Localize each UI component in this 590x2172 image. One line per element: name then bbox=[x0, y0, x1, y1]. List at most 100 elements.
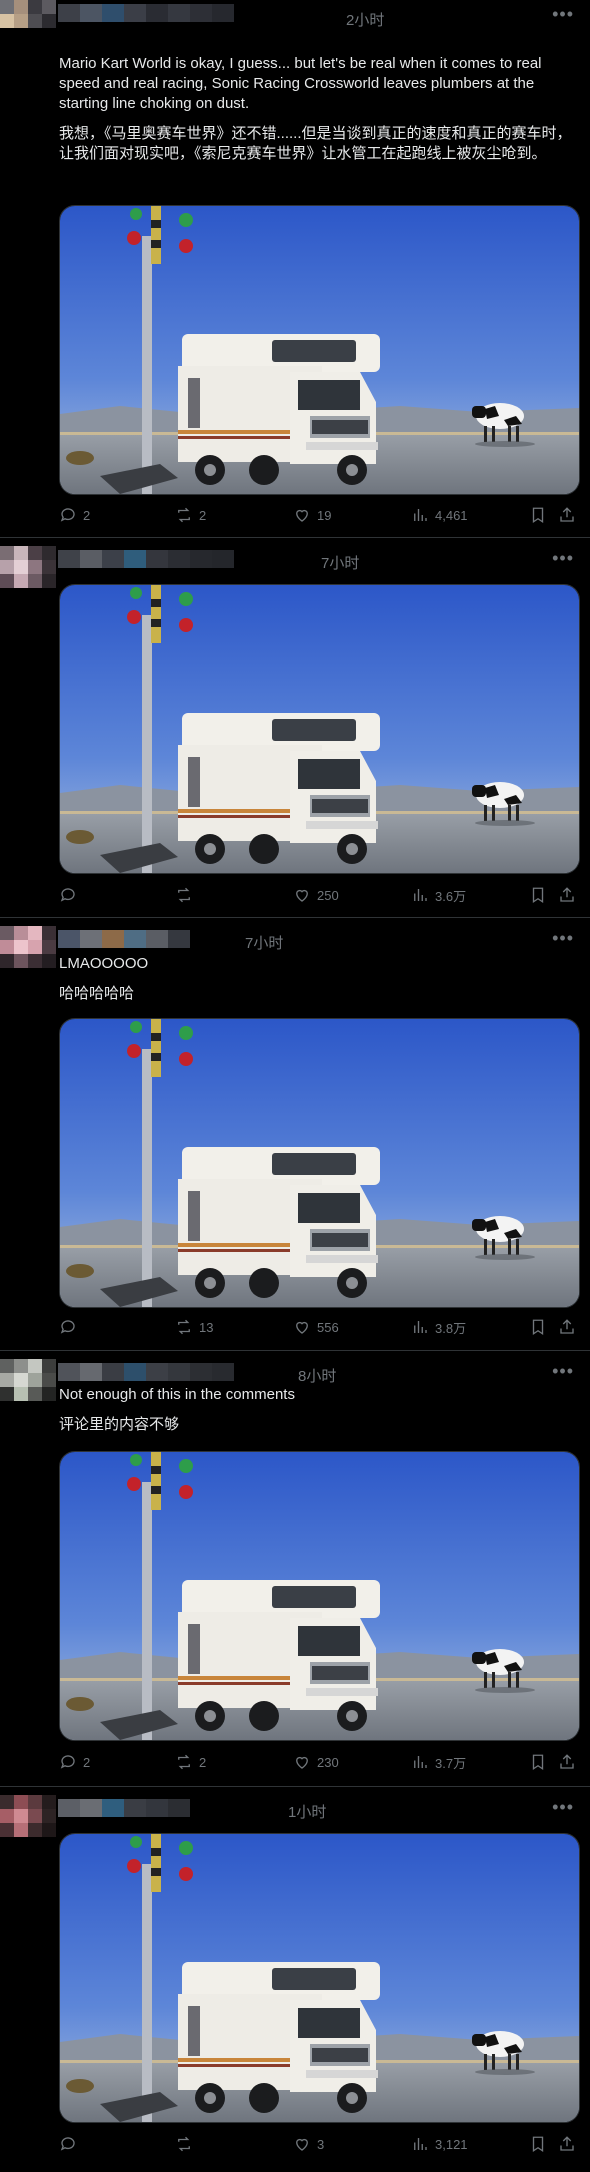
author-name-redacted[interactable] bbox=[58, 930, 190, 948]
post-text-zh: 我想，《马里奥赛车世界》还不错......但是当谈到真正的速度和真正的赛车时，让… bbox=[59, 125, 572, 162]
post-text-en: Mario Kart World is okay, I guess... but… bbox=[59, 55, 542, 112]
post-text-en: Not enough of this in the comments bbox=[59, 1386, 295, 1403]
post-2: 7小时 ••• 250 3.6万 bbox=[0, 538, 590, 918]
like-button[interactable]: 3 bbox=[293, 2135, 324, 2153]
reply-icon bbox=[60, 508, 75, 522]
views-icon bbox=[414, 1321, 427, 1333]
post-time[interactable]: 8小时 bbox=[298, 1365, 336, 1386]
author-name-redacted[interactable] bbox=[58, 1363, 234, 1381]
views-button[interactable]: 3.6万 bbox=[411, 886, 466, 905]
repost-button[interactable]: 13 bbox=[175, 1318, 213, 1336]
share-button[interactable] bbox=[558, 2135, 576, 2153]
reply-button[interactable]: 2 bbox=[59, 506, 90, 524]
views-button[interactable]: 3.8万 bbox=[411, 1318, 466, 1337]
repost-count: 2 bbox=[199, 507, 207, 523]
like-icon bbox=[296, 2138, 308, 2151]
author-name-redacted[interactable] bbox=[58, 4, 234, 22]
views-icon bbox=[414, 509, 427, 521]
bookmark-button[interactable] bbox=[529, 506, 547, 524]
bookmark-button[interactable] bbox=[529, 2135, 547, 2153]
like-button[interactable]: 19 bbox=[293, 506, 331, 524]
like-count: 3 bbox=[317, 2136, 325, 2152]
more-options-icon[interactable]: ••• bbox=[552, 4, 574, 25]
action-bar: 2 2 230 3.7万 bbox=[59, 1751, 578, 1773]
reply-count: 2 bbox=[83, 1754, 91, 1770]
more-options-icon[interactable]: ••• bbox=[552, 928, 574, 949]
repost-button[interactable] bbox=[175, 886, 199, 904]
post-image[interactable] bbox=[59, 1451, 580, 1741]
post-5: 1小时 ••• 3 3,121 bbox=[0, 1787, 590, 2172]
post-image[interactable] bbox=[59, 584, 580, 874]
post-1: 2小时 ••• Mario Kart World is okay, I gues… bbox=[0, 0, 590, 538]
share-icon bbox=[560, 507, 574, 522]
views-count: 3.7万 bbox=[435, 1755, 467, 1771]
like-count: 250 bbox=[317, 887, 339, 903]
views-button[interactable]: 4,461 bbox=[411, 506, 468, 524]
post-text-zh: 评论里的内容不够 bbox=[59, 1416, 180, 1433]
post-text-zh: 哈哈哈哈哈 bbox=[59, 985, 135, 1002]
more-options-icon[interactable]: ••• bbox=[552, 548, 574, 569]
more-options-icon[interactable]: ••• bbox=[552, 1797, 574, 1818]
post-image[interactable] bbox=[59, 1833, 580, 2123]
repost-button[interactable]: 2 bbox=[175, 506, 206, 524]
views-icon bbox=[414, 889, 427, 901]
like-button[interactable]: 556 bbox=[293, 1318, 339, 1336]
repost-count: 2 bbox=[199, 1754, 207, 1770]
post-time[interactable]: 1小时 bbox=[288, 1801, 326, 1822]
like-count: 230 bbox=[317, 1754, 339, 1770]
post-image[interactable] bbox=[59, 205, 580, 495]
reply-icon bbox=[60, 1320, 75, 1334]
bookmark-icon bbox=[532, 2136, 544, 2153]
reply-icon bbox=[60, 1755, 75, 1769]
repost-button[interactable]: 2 bbox=[175, 1753, 206, 1771]
action-bar: 13 556 3.8万 bbox=[59, 1316, 578, 1338]
share-button[interactable] bbox=[558, 886, 576, 904]
views-icon bbox=[414, 1756, 427, 1768]
reply-button[interactable] bbox=[59, 886, 83, 904]
views-count: 3,121 bbox=[435, 2136, 468, 2152]
repost-icon bbox=[178, 507, 190, 523]
bookmark-button[interactable] bbox=[529, 1753, 547, 1771]
reply-button[interactable] bbox=[59, 1318, 83, 1336]
action-bar: 3 3,121 bbox=[59, 2133, 578, 2155]
post-3: 7小时 ••• LMAOOOOO 哈哈哈哈哈 13 556 3.8万 bbox=[0, 918, 590, 1351]
action-bar: 2 2 19 4,461 bbox=[59, 504, 578, 526]
reply-button[interactable] bbox=[59, 2135, 83, 2153]
share-button[interactable] bbox=[558, 1753, 576, 1771]
post-image[interactable] bbox=[59, 1018, 580, 1308]
post-4: 8小时 ••• Not enough of this in the commen… bbox=[0, 1351, 590, 1787]
views-count: 3.8万 bbox=[435, 1320, 467, 1336]
bookmark-button[interactable] bbox=[529, 886, 547, 904]
more-options-icon[interactable]: ••• bbox=[552, 1361, 574, 1382]
author-name-redacted[interactable] bbox=[58, 1799, 190, 1817]
avatar[interactable] bbox=[0, 0, 56, 56]
share-button[interactable] bbox=[558, 1318, 576, 1336]
like-button[interactable]: 250 bbox=[293, 886, 339, 904]
bookmark-button[interactable] bbox=[529, 1318, 547, 1336]
reply-icon bbox=[60, 888, 75, 902]
views-count: 3.6万 bbox=[435, 888, 467, 904]
post-time[interactable]: 7小时 bbox=[321, 552, 359, 573]
avatar[interactable] bbox=[0, 1795, 56, 1851]
like-count: 19 bbox=[317, 507, 332, 523]
bookmark-icon bbox=[532, 507, 544, 524]
repost-button[interactable] bbox=[175, 2135, 199, 2153]
post-text-en: LMAOOOOO bbox=[59, 955, 149, 972]
avatar[interactable] bbox=[0, 1359, 56, 1415]
avatar[interactable] bbox=[0, 926, 56, 982]
repost-icon bbox=[178, 1754, 190, 1770]
reply-icon bbox=[60, 2137, 75, 2151]
like-icon bbox=[296, 1321, 308, 1334]
post-time[interactable]: 7小时 bbox=[245, 932, 283, 953]
views-button[interactable]: 3.7万 bbox=[411, 1753, 466, 1772]
like-button[interactable]: 230 bbox=[293, 1753, 339, 1771]
views-button[interactable]: 3,121 bbox=[411, 2135, 468, 2153]
reply-button[interactable]: 2 bbox=[59, 1753, 90, 1771]
repost-icon bbox=[178, 1319, 190, 1335]
share-icon bbox=[560, 1754, 574, 1769]
author-name-redacted[interactable] bbox=[58, 550, 234, 568]
post-time[interactable]: 2小时 bbox=[346, 9, 384, 30]
like-icon bbox=[296, 889, 308, 902]
share-button[interactable] bbox=[558, 506, 576, 524]
avatar[interactable] bbox=[0, 546, 56, 602]
